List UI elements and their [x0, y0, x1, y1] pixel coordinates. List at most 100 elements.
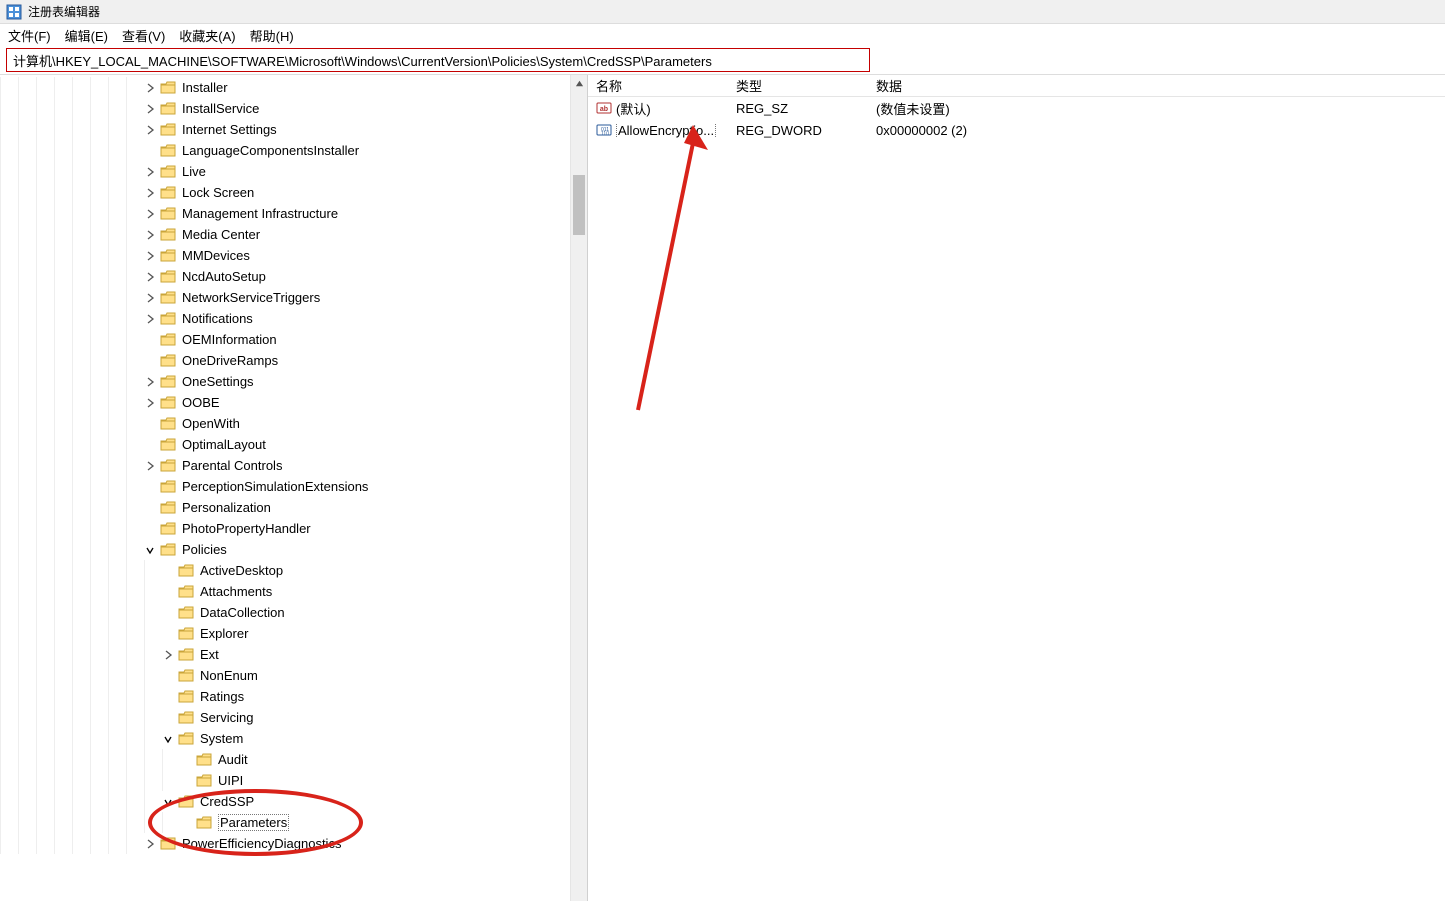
- expander-icon[interactable]: [144, 838, 156, 850]
- tree-item[interactable]: LanguageComponentsInstaller: [0, 140, 587, 161]
- tree-label: PhotoPropertyHandler: [182, 521, 311, 536]
- tree-item[interactable]: Media Center: [0, 224, 587, 245]
- tree-item[interactable]: Internet Settings: [0, 119, 587, 140]
- list-header[interactable]: 名称 类型 数据: [588, 75, 1445, 97]
- tree-item[interactable]: PowerEfficiencyDiagnostics: [0, 833, 587, 854]
- column-type[interactable]: 类型: [736, 76, 876, 95]
- folder-icon: [160, 144, 176, 158]
- tree-label: MMDevices: [182, 248, 250, 263]
- tree-item[interactable]: Attachments: [0, 581, 587, 602]
- menu-favorites[interactable]: 收藏夹(A): [179, 26, 235, 45]
- expander-icon[interactable]: [144, 292, 156, 304]
- scroll-thumb[interactable]: [573, 175, 585, 235]
- expander-icon: [162, 565, 174, 577]
- tree-item[interactable]: InstallService: [0, 98, 587, 119]
- tree-item[interactable]: MMDevices: [0, 245, 587, 266]
- expander-icon[interactable]: [144, 397, 156, 409]
- tree-item[interactable]: Policies: [0, 539, 587, 560]
- tree-item[interactable]: Live: [0, 161, 587, 182]
- tree-label: Ext: [200, 647, 219, 662]
- expander-icon[interactable]: [144, 544, 156, 556]
- value-data: (数值未设置): [876, 99, 1445, 118]
- menu-view[interactable]: 查看(V): [122, 26, 165, 45]
- expander-icon[interactable]: [144, 208, 156, 220]
- expander-icon[interactable]: [144, 166, 156, 178]
- titlebar: 注册表编辑器: [0, 0, 1445, 24]
- tree-item[interactable]: Lock Screen: [0, 182, 587, 203]
- registry-tree[interactable]: Installer InstallServiceInternet Settings…: [0, 75, 587, 854]
- menu-edit[interactable]: 编辑(E): [65, 26, 108, 45]
- expander-icon[interactable]: [162, 733, 174, 745]
- list-row[interactable]: ab(默认)REG_SZ(数值未设置): [588, 97, 1445, 119]
- tree-item[interactable]: CredSSP: [0, 791, 587, 812]
- expander-icon[interactable]: [144, 82, 156, 94]
- expander-icon[interactable]: [144, 460, 156, 472]
- tree-label: Servicing: [200, 710, 253, 725]
- tree-label: Installer: [182, 80, 228, 95]
- expander-icon: [162, 670, 174, 682]
- expander-icon: [180, 817, 192, 829]
- tree-item[interactable]: DataCollection: [0, 602, 587, 623]
- tree-label: NonEnum: [200, 668, 258, 683]
- expander-icon: [180, 754, 192, 766]
- tree-item[interactable]: ActiveDesktop: [0, 560, 587, 581]
- tree-label: OneSettings: [182, 374, 254, 389]
- tree-item[interactable]: Ext: [0, 644, 587, 665]
- tree-item[interactable]: Explorer: [0, 623, 587, 644]
- list-body[interactable]: ab(默认)REG_SZ(数值未设置)011110AllowEncryptio.…: [588, 97, 1445, 141]
- tree-item[interactable]: Ratings: [0, 686, 587, 707]
- expander-icon[interactable]: [162, 796, 174, 808]
- tree-item[interactable]: Personalization: [0, 497, 587, 518]
- expander-icon[interactable]: [144, 271, 156, 283]
- expander-icon[interactable]: [144, 376, 156, 388]
- menu-file[interactable]: 文件(F): [8, 26, 51, 45]
- client-area: Installer InstallServiceInternet Settings…: [0, 74, 1445, 901]
- column-name[interactable]: 名称: [596, 76, 736, 95]
- tree-item[interactable]: PerceptionSimulationExtensions: [0, 476, 587, 497]
- tree-item[interactable]: NetworkServiceTriggers: [0, 287, 587, 308]
- folder-icon: [160, 249, 176, 263]
- tree-pane: Installer InstallServiceInternet Settings…: [0, 75, 588, 901]
- expander-icon[interactable]: [144, 250, 156, 262]
- tree-label: Media Center: [182, 227, 260, 242]
- tree-item[interactable]: OneSettings: [0, 371, 587, 392]
- tree-item[interactable]: OOBE: [0, 392, 587, 413]
- tree-item[interactable]: Installer: [0, 77, 587, 98]
- tree-item[interactable]: Management Infrastructure: [0, 203, 587, 224]
- list-pane: 名称 类型 数据 ab(默认)REG_SZ(数值未设置)011110AllowE…: [588, 75, 1445, 901]
- expander-icon[interactable]: [162, 649, 174, 661]
- tree-item[interactable]: OpenWith: [0, 413, 587, 434]
- tree-item[interactable]: Servicing: [0, 707, 587, 728]
- folder-icon: [160, 228, 176, 242]
- tree-item[interactable]: Notifications: [0, 308, 587, 329]
- value-icon: ab: [596, 100, 612, 116]
- tree-item[interactable]: NcdAutoSetup: [0, 266, 587, 287]
- tree-item[interactable]: Parameters: [0, 812, 587, 833]
- scroll-up-button[interactable]: [571, 75, 587, 92]
- svg-text:110: 110: [601, 131, 609, 137]
- tree-item[interactable]: NonEnum: [0, 665, 587, 686]
- expander-icon: [162, 586, 174, 598]
- tree-item[interactable]: PhotoPropertyHandler: [0, 518, 587, 539]
- column-data[interactable]: 数据: [876, 76, 1445, 95]
- menu-help[interactable]: 帮助(H): [250, 26, 294, 45]
- tree-item[interactable]: Audit: [0, 749, 587, 770]
- expander-icon[interactable]: [144, 124, 156, 136]
- folder-icon: [160, 522, 176, 536]
- folder-icon: [178, 732, 194, 746]
- address-bar[interactable]: 计算机\HKEY_LOCAL_MACHINE\SOFTWARE\Microsof…: [6, 48, 870, 72]
- tree-item[interactable]: OneDriveRamps: [0, 350, 587, 371]
- tree-item[interactable]: Parental Controls: [0, 455, 587, 476]
- list-row[interactable]: 011110AllowEncryptio...REG_DWORD0x000000…: [588, 119, 1445, 141]
- expander-icon[interactable]: [144, 103, 156, 115]
- expander-icon[interactable]: [144, 229, 156, 241]
- tree-item[interactable]: OEMInformation: [0, 329, 587, 350]
- expander-icon[interactable]: [144, 187, 156, 199]
- value-name: AllowEncryptio...: [616, 123, 716, 138]
- folder-icon: [160, 837, 176, 851]
- tree-item[interactable]: UIPI: [0, 770, 587, 791]
- tree-item[interactable]: System: [0, 728, 587, 749]
- expander-icon[interactable]: [144, 313, 156, 325]
- tree-item[interactable]: OptimalLayout: [0, 434, 587, 455]
- tree-scrollbar[interactable]: [570, 75, 587, 901]
